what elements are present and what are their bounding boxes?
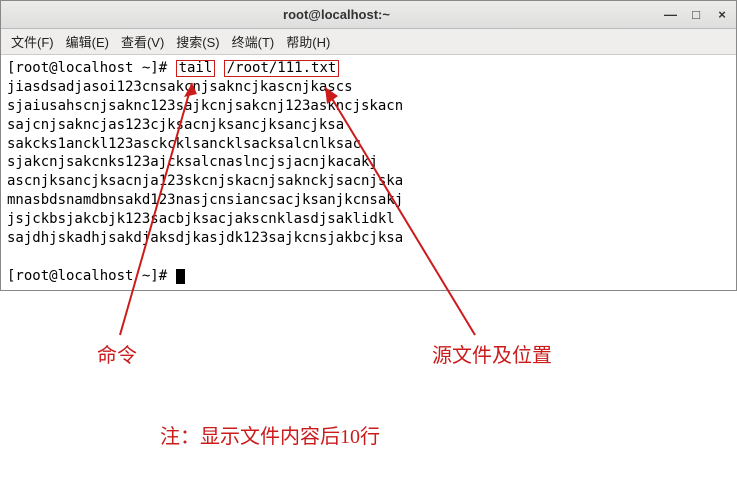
window-title: root@localhost:~ xyxy=(9,7,664,22)
output-line: sajcnjsakncjas123cjksacnjksancjksancjksa xyxy=(7,116,730,135)
prompt-text: [root@localhost ~]# xyxy=(7,268,176,284)
output-line: mnasbdsnamdbnsakd123nasjcnsiancsacjksanj… xyxy=(7,191,730,210)
annotation-command-label: 命令 xyxy=(97,339,137,368)
titlebar: root@localhost:~ — □ × xyxy=(1,1,736,29)
annotation-source-label: 源文件及位置 xyxy=(432,339,552,368)
prompt-text: [root@localhost ~]# xyxy=(7,60,176,76)
minimize-icon[interactable]: — xyxy=(664,7,676,22)
maximize-icon[interactable]: □ xyxy=(690,7,702,22)
space xyxy=(215,60,223,76)
output-line: sjaiusahscnjsaknc123sajkcnjsakcnj123askn… xyxy=(7,97,730,116)
menu-view[interactable]: 查看(V) xyxy=(121,32,164,51)
blank-line xyxy=(7,248,730,267)
close-icon[interactable]: × xyxy=(716,7,728,22)
output-line: sjakcnjsakcnks123ajcksalcnaslncjsjacnjka… xyxy=(7,153,730,172)
output-line: sakcks1anckl123asckcklsancklsacksalcnlks… xyxy=(7,135,730,154)
menubar: 文件(F) 编辑(E) 查看(V) 搜索(S) 终端(T) 帮助(H) xyxy=(1,29,736,55)
menu-edit[interactable]: 编辑(E) xyxy=(66,32,109,51)
terminal-window: root@localhost:~ — □ × 文件(F) 编辑(E) 查看(V)… xyxy=(0,0,737,291)
highlight-command: tail xyxy=(176,60,216,77)
annotation-note: 注：显示文件内容后10行 xyxy=(160,420,380,449)
output-line: jsjckbsjakcbjk123sacbjksacjakscnklasdjsa… xyxy=(7,210,730,229)
menu-help[interactable]: 帮助(H) xyxy=(286,32,330,51)
menu-search[interactable]: 搜索(S) xyxy=(176,32,219,51)
menu-terminal[interactable]: 终端(T) xyxy=(232,32,275,51)
prompt-line-2: [root@localhost ~]# xyxy=(7,267,730,286)
menu-file[interactable]: 文件(F) xyxy=(11,32,54,51)
highlight-argument: /root/111.txt xyxy=(224,60,340,77)
prompt-line-1: [root@localhost ~]# tail /root/111.txt xyxy=(7,59,730,78)
cursor-icon xyxy=(176,269,185,284)
window-controls: — □ × xyxy=(664,7,728,22)
output-line: sajdhjskadhjsakdjaksdjkasjdk123sajkcnsja… xyxy=(7,229,730,248)
terminal-content[interactable]: [root@localhost ~]# tail /root/111.txt j… xyxy=(1,55,736,290)
output-line: ascnjksancjksacnja123skcnjskacnjsaknckjs… xyxy=(7,172,730,191)
output-line: jiasdsadjasoi123cnsakcnjsakncjkascnjkasc… xyxy=(7,78,730,97)
